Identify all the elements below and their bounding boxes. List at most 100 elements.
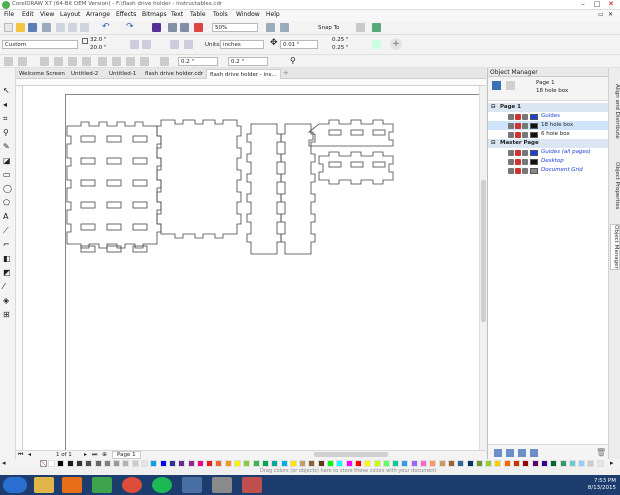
color-swatch[interactable] bbox=[131, 460, 139, 467]
combine-icon[interactable] bbox=[68, 57, 77, 66]
lock-icon[interactable] bbox=[522, 167, 528, 174]
object-tree-layer[interactable]: 6 hole box bbox=[488, 130, 609, 139]
export-icon[interactable] bbox=[180, 23, 189, 32]
color-swatch[interactable] bbox=[457, 460, 465, 467]
color-swatch[interactable] bbox=[271, 460, 279, 467]
tab-welcome-screen[interactable]: Welcome Screen bbox=[16, 69, 68, 79]
new-document-icon[interactable] bbox=[4, 23, 13, 32]
color-swatch[interactable] bbox=[447, 460, 455, 467]
options-icon[interactable] bbox=[356, 23, 365, 32]
color-swatch[interactable] bbox=[94, 460, 102, 467]
app-icon-6[interactable] bbox=[182, 477, 202, 493]
rectangle-tool-icon[interactable]: ▭ bbox=[3, 170, 13, 179]
mirror-h-icon[interactable] bbox=[4, 57, 13, 66]
snap-to-dropdown[interactable]: Snap To bbox=[318, 25, 339, 31]
layer-color-swatch[interactable] bbox=[530, 113, 538, 120]
color-swatch[interactable] bbox=[224, 460, 232, 467]
color-swatch[interactable] bbox=[466, 460, 474, 467]
pick-tool-icon[interactable]: ↖ bbox=[3, 86, 13, 95]
color-swatch[interactable] bbox=[485, 460, 493, 467]
layer-color-swatch[interactable] bbox=[530, 158, 538, 165]
portrait-icon[interactable] bbox=[130, 40, 139, 49]
firefox-icon[interactable] bbox=[62, 477, 82, 493]
drawing-canvas[interactable] bbox=[23, 86, 481, 454]
color-swatch[interactable] bbox=[122, 460, 130, 467]
tab-flash-drive-holder-instructables[interactable]: flash drive holder - ins... bbox=[206, 69, 281, 79]
color-swatch[interactable] bbox=[327, 460, 334, 467]
color-swatch[interactable] bbox=[410, 460, 418, 467]
color-swatch[interactable] bbox=[280, 460, 288, 467]
connector-tool-icon[interactable]: ⌐ bbox=[3, 240, 13, 249]
color-swatch[interactable] bbox=[578, 460, 586, 467]
color-swatch[interactable] bbox=[206, 460, 214, 467]
file-explorer-icon[interactable] bbox=[34, 477, 54, 493]
side-tab-align-distribute[interactable]: Align and Distribute bbox=[610, 84, 620, 139]
duplicate-x-field[interactable]: 0.25 " bbox=[332, 37, 349, 43]
print-icon[interactable] bbox=[515, 167, 521, 174]
zoom-tool-box-icon[interactable]: ⚲ bbox=[3, 128, 13, 137]
restore-doc-icon[interactable]: ▭ bbox=[598, 11, 604, 18]
print-icon[interactable] bbox=[515, 122, 521, 129]
eyedropper-tool-icon[interactable]: ⁄ bbox=[3, 282, 13, 291]
color-swatch[interactable] bbox=[503, 460, 511, 467]
undo-icon[interactable]: ↶ bbox=[102, 22, 110, 32]
mirror-v-icon[interactable] bbox=[18, 57, 27, 66]
color-swatch[interactable] bbox=[531, 460, 539, 467]
menu-edit[interactable]: Edit bbox=[22, 11, 34, 18]
start-button[interactable] bbox=[3, 477, 27, 493]
maximize-icon[interactable]: □ bbox=[590, 0, 604, 9]
expand-collapse-icon[interactable]: ⊟ bbox=[491, 139, 496, 148]
import-icon[interactable] bbox=[168, 23, 177, 32]
object-tree-page[interactable]: ⊟ Page 1 bbox=[488, 103, 609, 112]
open-folder-icon[interactable] bbox=[16, 23, 25, 32]
copy-icon[interactable] bbox=[68, 23, 77, 32]
color-swatch[interactable] bbox=[159, 460, 167, 467]
color-swatch[interactable] bbox=[57, 460, 65, 467]
new-layer-icon[interactable] bbox=[494, 449, 502, 457]
units-select[interactable]: inches bbox=[220, 40, 264, 49]
full-screen-icon[interactable] bbox=[266, 23, 275, 32]
color-swatch[interactable] bbox=[522, 460, 530, 467]
color-swatch[interactable] bbox=[113, 460, 121, 467]
smart-fill-icon[interactable]: ◪ bbox=[3, 156, 13, 165]
color-swatch[interactable] bbox=[252, 460, 260, 467]
print-icon[interactable] bbox=[515, 113, 521, 120]
zoom-level-select[interactable]: 50% bbox=[212, 23, 258, 32]
tab-untitled-2[interactable]: Untitled-2 bbox=[68, 69, 101, 79]
color-swatch[interactable] bbox=[354, 460, 362, 467]
duplicate-y-field[interactable]: 0.25 " bbox=[332, 45, 349, 51]
publish-pdf-icon[interactable] bbox=[194, 23, 203, 32]
crop-tool-icon[interactable]: ⌗ bbox=[3, 114, 13, 123]
color-swatch[interactable] bbox=[243, 460, 251, 467]
close-doc-icon[interactable]: ✕ bbox=[608, 11, 613, 18]
color-swatch[interactable] bbox=[373, 460, 381, 467]
color-swatch[interactable] bbox=[85, 460, 93, 467]
text-tool-icon[interactable]: A bbox=[3, 212, 13, 221]
color-swatch[interactable] bbox=[66, 460, 74, 467]
parallel-dimension-icon[interactable]: ⟋ bbox=[3, 226, 13, 235]
menu-window[interactable]: Window bbox=[236, 11, 260, 18]
color-swatch[interactable] bbox=[299, 460, 307, 467]
color-swatch[interactable] bbox=[550, 460, 558, 467]
minimize-icon[interactable]: – bbox=[576, 0, 590, 9]
print-icon[interactable] bbox=[515, 158, 521, 165]
lock-icon[interactable] bbox=[522, 149, 528, 156]
color-swatch[interactable] bbox=[308, 460, 316, 467]
side-tab-object-manager[interactable]: Object Manager bbox=[610, 224, 620, 270]
color-swatch[interactable] bbox=[234, 460, 241, 467]
launch-icon[interactable] bbox=[372, 23, 381, 32]
palette-scroll-left-icon[interactable]: ◂ bbox=[2, 459, 6, 467]
freehand-tool-icon[interactable]: ✎ bbox=[3, 142, 13, 151]
horizontal-scrollbar[interactable] bbox=[314, 452, 388, 457]
show-properties-icon[interactable] bbox=[506, 81, 515, 90]
cut-icon[interactable] bbox=[56, 23, 65, 32]
search-content-icon[interactable] bbox=[152, 23, 161, 32]
align-icon[interactable] bbox=[160, 57, 169, 66]
shape-tool-icon[interactable]: ◂ bbox=[3, 100, 13, 109]
page-options-icon[interactable] bbox=[372, 40, 381, 49]
color-swatch[interactable] bbox=[317, 460, 325, 467]
object-tree-layer[interactable]: Guides bbox=[488, 112, 609, 121]
delete-icon[interactable]: 🗑 bbox=[596, 448, 606, 457]
trim-icon[interactable] bbox=[112, 57, 121, 66]
menu-effects[interactable]: Effects bbox=[116, 11, 136, 18]
